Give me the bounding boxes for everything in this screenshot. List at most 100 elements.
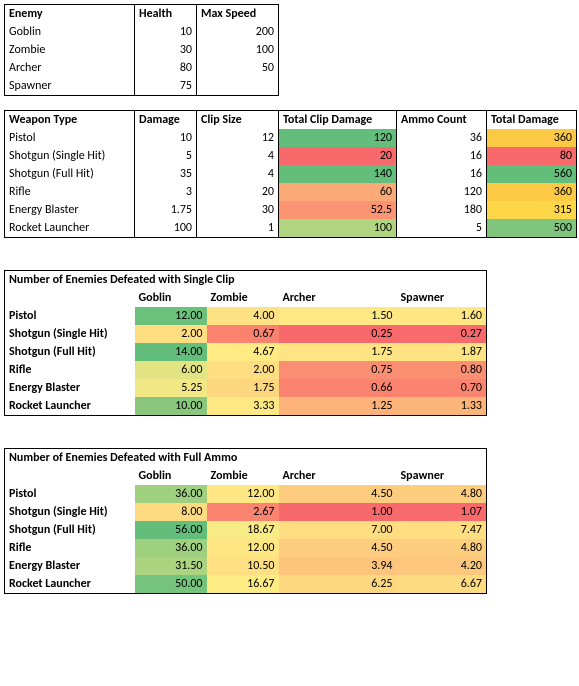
defeat-weapon: Rocket Launcher bbox=[5, 575, 135, 594]
defeat-value: 12.00 bbox=[135, 307, 207, 325]
clip-defeats-title: Number of Enemies Defeated with Single C… bbox=[5, 271, 487, 290]
weapons-header-td: Total Damage bbox=[487, 111, 577, 130]
defeat-value: 0.27 bbox=[397, 325, 487, 343]
defeat-value: 0.70 bbox=[397, 379, 487, 397]
defeat-value: 1.75 bbox=[207, 379, 279, 397]
weapon-td: 500 bbox=[487, 219, 577, 238]
ammo-defeats-table: Number of Enemies Defeated with Full Amm… bbox=[4, 448, 487, 594]
enemy-row: Zombie30100 bbox=[5, 41, 279, 59]
defeat-value: 0.66 bbox=[279, 379, 397, 397]
clip-defeats-h-zombie: Zombie bbox=[207, 289, 279, 307]
weapon-tcd: 100 bbox=[279, 219, 397, 238]
enemy-name: Zombie bbox=[5, 41, 135, 59]
weapon-name: Shotgun (Full Hit) bbox=[5, 165, 135, 183]
ammo-defeats-h-archer: Archer bbox=[279, 467, 397, 485]
defeat-value: 4.67 bbox=[207, 343, 279, 361]
defeat-value: 1.60 bbox=[397, 307, 487, 325]
weapon-td: 315 bbox=[487, 201, 577, 219]
defeat-value: 0.80 bbox=[397, 361, 487, 379]
enemy-speed: 100 bbox=[197, 41, 279, 59]
defeat-row: Pistol36.0012.004.504.80 bbox=[5, 485, 487, 503]
defeat-value: 4.00 bbox=[207, 307, 279, 325]
weapon-tcd: 120 bbox=[279, 129, 397, 147]
enemy-row: Spawner75 bbox=[5, 77, 279, 96]
defeat-value: 1.50 bbox=[279, 307, 397, 325]
defeat-row: Rifle6.002.000.750.80 bbox=[5, 361, 487, 379]
weapon-name: Energy Blaster bbox=[5, 201, 135, 219]
defeat-row: Energy Blaster31.5010.503.944.20 bbox=[5, 557, 487, 575]
weapon-tcd: 140 bbox=[279, 165, 397, 183]
defeat-value: 7.00 bbox=[279, 521, 397, 539]
weapon-ac: 16 bbox=[397, 147, 487, 165]
enemy-health: 75 bbox=[135, 77, 197, 96]
defeat-value: 16.67 bbox=[207, 575, 279, 594]
defeat-row: Rifle36.0012.004.504.80 bbox=[5, 539, 487, 557]
defeat-row: Rocket Launcher50.0016.676.256.67 bbox=[5, 575, 487, 594]
defeat-weapon: Rifle bbox=[5, 539, 135, 557]
weapon-clip: 12 bbox=[197, 129, 279, 147]
defeat-value: 1.33 bbox=[397, 397, 487, 416]
weapon-name: Shotgun (Single Hit) bbox=[5, 147, 135, 165]
weapon-td: 560 bbox=[487, 165, 577, 183]
weapon-damage: 1.75 bbox=[135, 201, 197, 219]
defeat-value: 1.87 bbox=[397, 343, 487, 361]
weapon-row: Shotgun (Single Hit)54201680 bbox=[5, 147, 577, 165]
defeat-row: Shotgun (Full Hit)14.004.671.751.87 bbox=[5, 343, 487, 361]
defeat-weapon: Pistol bbox=[5, 485, 135, 503]
defeat-value: 3.33 bbox=[207, 397, 279, 416]
defeat-value: 2.00 bbox=[207, 361, 279, 379]
weapon-clip: 20 bbox=[197, 183, 279, 201]
defeat-value: 7.47 bbox=[397, 521, 487, 539]
defeat-row: Shotgun (Single Hit)2.000.670.250.27 bbox=[5, 325, 487, 343]
weapon-damage: 100 bbox=[135, 219, 197, 238]
defeat-value: 8.00 bbox=[135, 503, 207, 521]
defeat-value: 0.75 bbox=[279, 361, 397, 379]
defeat-value: 0.67 bbox=[207, 325, 279, 343]
enemy-health: 10 bbox=[135, 23, 197, 41]
ammo-defeats-title: Number of Enemies Defeated with Full Amm… bbox=[5, 449, 487, 468]
weapon-name: Rifle bbox=[5, 183, 135, 201]
weapon-td: 360 bbox=[487, 183, 577, 201]
weapon-name: Rocket Launcher bbox=[5, 219, 135, 238]
weapon-row: Energy Blaster1.753052.5180315 bbox=[5, 201, 577, 219]
defeat-value: 12.00 bbox=[207, 539, 279, 557]
enemies-header-speed: Max Speed bbox=[197, 5, 279, 24]
defeat-row: Energy Blaster5.251.750.660.70 bbox=[5, 379, 487, 397]
defeat-value: 10.00 bbox=[135, 397, 207, 416]
defeat-value: 4.80 bbox=[397, 485, 487, 503]
weapons-table: Weapon Type Damage Clip Size Total Clip … bbox=[4, 110, 577, 238]
enemies-header-health: Health bbox=[135, 5, 197, 24]
enemies-header-name: Enemy bbox=[5, 5, 135, 24]
defeat-value: 6.67 bbox=[397, 575, 487, 594]
ammo-defeats-h-zombie: Zombie bbox=[207, 467, 279, 485]
weapons-header-tcd: Total Clip Damage bbox=[279, 111, 397, 130]
weapon-ac: 5 bbox=[397, 219, 487, 238]
weapon-row: Shotgun (Full Hit)35414016560 bbox=[5, 165, 577, 183]
weapon-clip: 30 bbox=[197, 201, 279, 219]
weapon-ac: 120 bbox=[397, 183, 487, 201]
weapon-td: 360 bbox=[487, 129, 577, 147]
weapon-clip: 4 bbox=[197, 147, 279, 165]
defeat-row: Pistol12.004.001.501.60 bbox=[5, 307, 487, 325]
defeat-weapon: Shotgun (Single Hit) bbox=[5, 325, 135, 343]
weapon-ac: 36 bbox=[397, 129, 487, 147]
defeat-value: 6.25 bbox=[279, 575, 397, 594]
defeat-value: 4.80 bbox=[397, 539, 487, 557]
weapon-ac: 180 bbox=[397, 201, 487, 219]
defeat-value: 1.25 bbox=[279, 397, 397, 416]
defeat-value: 50.00 bbox=[135, 575, 207, 594]
enemy-row: Archer8050 bbox=[5, 59, 279, 77]
weapon-damage: 5 bbox=[135, 147, 197, 165]
enemy-name: Spawner bbox=[5, 77, 135, 96]
clip-defeats-h-goblin: Goblin bbox=[135, 289, 207, 307]
weapon-damage: 3 bbox=[135, 183, 197, 201]
weapons-header-damage: Damage bbox=[135, 111, 197, 130]
weapon-clip: 4 bbox=[197, 165, 279, 183]
weapon-damage: 35 bbox=[135, 165, 197, 183]
weapon-tcd: 52.5 bbox=[279, 201, 397, 219]
enemy-health: 80 bbox=[135, 59, 197, 77]
defeat-row: Shotgun (Full Hit)56.0018.677.007.47 bbox=[5, 521, 487, 539]
weapon-td: 80 bbox=[487, 147, 577, 165]
defeat-row: Shotgun (Single Hit)8.002.671.001.07 bbox=[5, 503, 487, 521]
defeat-weapon: Shotgun (Full Hit) bbox=[5, 521, 135, 539]
